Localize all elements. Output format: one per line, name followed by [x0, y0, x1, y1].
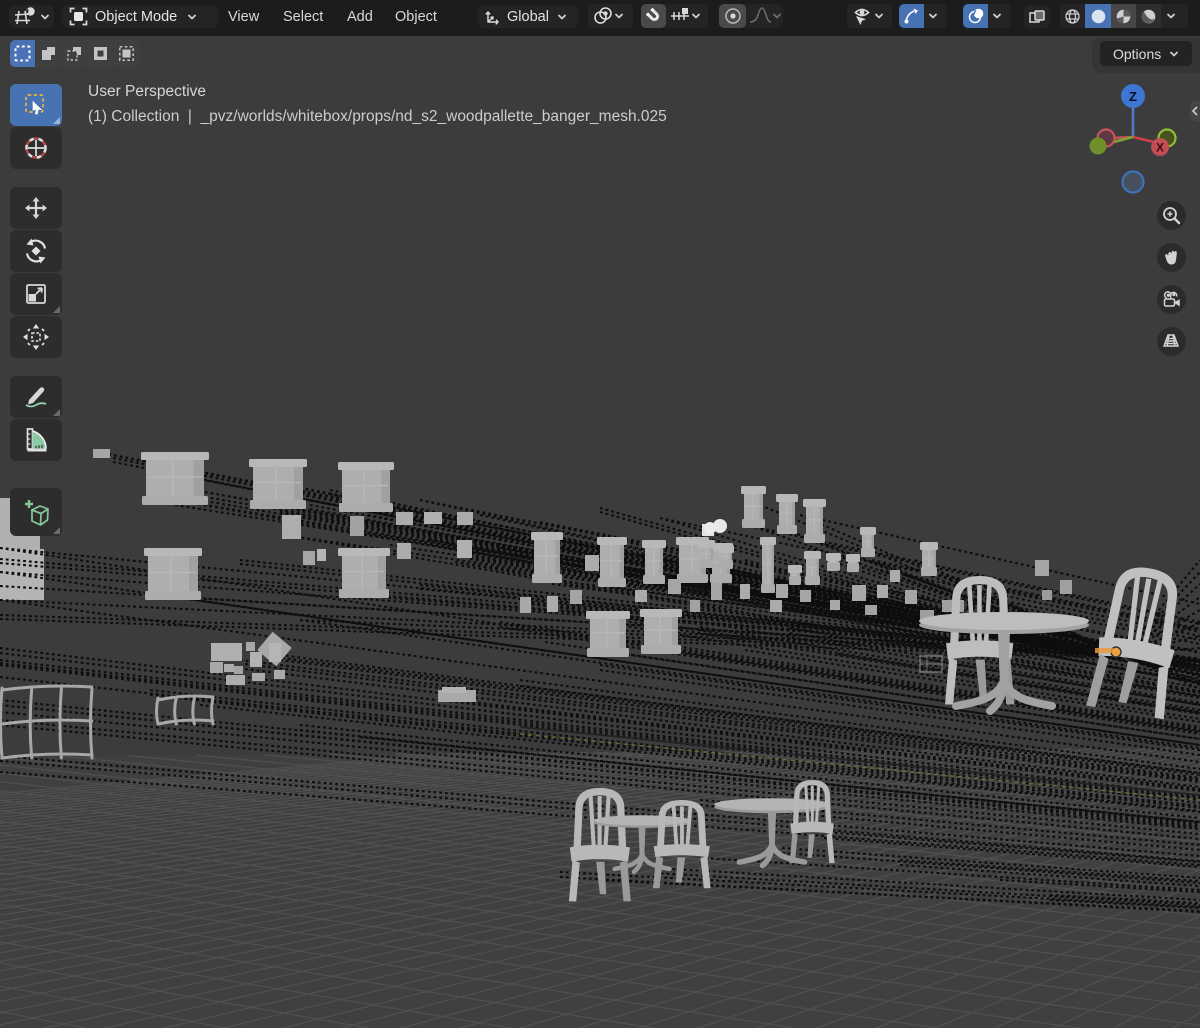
svg-text:Z: Z	[1129, 89, 1137, 104]
svg-text:X: X	[1156, 141, 1164, 155]
